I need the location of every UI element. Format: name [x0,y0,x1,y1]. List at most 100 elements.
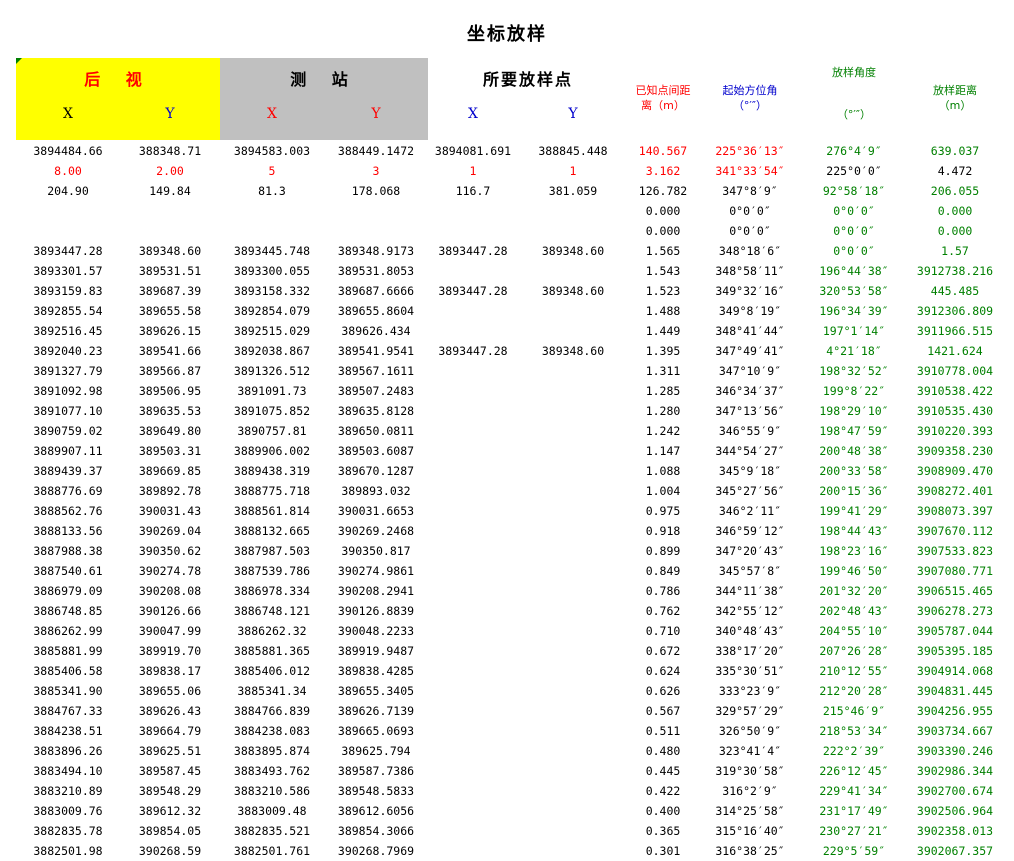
known-distance-cell[interactable]: 1.488 [628,301,698,321]
known-distance-cell[interactable]: 0.567 [628,701,698,721]
known-distance-cell[interactable]: 0.849 [628,561,698,581]
known-distance-cell[interactable]: 0.000 [628,201,698,221]
stakeout-x-cell[interactable] [428,361,518,381]
stakeout-distance-cell[interactable]: 3912306.809 [906,301,1004,321]
stakeout-x-cell[interactable] [428,221,518,241]
stakeout-y-cell[interactable] [518,381,628,401]
stakeout-distance-cell[interactable]: 3907533.823 [906,541,1004,561]
stakeout-angle-cell[interactable]: 212°20′28″ [802,681,906,701]
stakeout-y-cell[interactable] [518,601,628,621]
backsight-x-cell[interactable]: 3885341.90 [16,681,120,701]
station-x-cell[interactable]: 3894583.003 [220,141,324,161]
backsight-y-cell[interactable]: 389669.85 [120,461,220,481]
stakeout-x-cell[interactable] [428,821,518,841]
stakeout-y-cell[interactable] [518,421,628,441]
start-azimuth-cell[interactable]: 346°34′37″ [698,381,802,401]
stakeout-angle-cell[interactable]: 200°33′58″ [802,461,906,481]
station-y-cell[interactable]: 390031.6653 [324,501,428,521]
station-y-cell[interactable]: 390268.7969 [324,841,428,861]
stakeout-angle-cell[interactable]: 207°26′28″ [802,641,906,661]
stakeout-y-cell[interactable] [518,761,628,781]
stakeout-distance-cell[interactable]: 3910535.430 [906,401,1004,421]
start-azimuth-cell[interactable]: 348°58′11″ [698,261,802,281]
stakeout-distance-cell[interactable]: 3903734.667 [906,721,1004,741]
stakeout-angle-cell[interactable]: 320°53′58″ [802,281,906,301]
stakeout-distance-cell[interactable]: 3910538.422 [906,381,1004,401]
start-azimuth-cell[interactable]: 314°25′58″ [698,801,802,821]
station-y-cell[interactable]: 389503.6087 [324,441,428,461]
start-azimuth-cell[interactable]: 347°49′41″ [698,341,802,361]
start-azimuth-cell[interactable]: 347°13′56″ [698,401,802,421]
start-azimuth-cell[interactable]: 316°38′25″ [698,841,802,861]
known-distance-cell[interactable]: 0.710 [628,621,698,641]
stakeout-distance-cell[interactable]: 3906278.273 [906,601,1004,621]
known-distance-cell[interactable]: 0.422 [628,781,698,801]
backsight-y-cell[interactable]: 390208.08 [120,581,220,601]
station-x-cell[interactable]: 3887987.503 [220,541,324,561]
station-x-cell[interactable]: 3889438.319 [220,461,324,481]
backsight-y-cell[interactable]: 389892.78 [120,481,220,501]
backsight-x-cell[interactable]: 3892855.54 [16,301,120,321]
stakeout-y-cell[interactable] [518,441,628,461]
stakeout-x-cell[interactable] [428,661,518,681]
stakeout-y-cell[interactable] [518,561,628,581]
stakeout-y-cell[interactable] [518,201,628,221]
backsight-y-cell[interactable]: 390126.66 [120,601,220,621]
station-x-cell[interactable]: 3889906.002 [220,441,324,461]
stakeout-distance-cell[interactable]: 0.000 [906,201,1004,221]
backsight-y-cell[interactable]: 389655.58 [120,301,220,321]
stakeout-distance-cell[interactable]: 3909358.230 [906,441,1004,461]
stakeout-x-cell[interactable] [428,541,518,561]
backsight-y-cell[interactable] [120,201,220,221]
backsight-y-cell[interactable]: 390274.78 [120,561,220,581]
station-y-cell[interactable]: 3 [324,161,428,181]
stakeout-angle-cell[interactable]: 4°21′18″ [802,341,906,361]
backsight-x-cell[interactable]: 3892516.45 [16,321,120,341]
known-distance-cell[interactable]: 0.445 [628,761,698,781]
station-x-cell[interactable]: 3892515.029 [220,321,324,341]
backsight-x-cell[interactable]: 3888133.56 [16,521,120,541]
backsight-x-cell[interactable]: 204.90 [16,181,120,201]
stakeout-angle-cell[interactable]: 210°12′55″ [802,661,906,681]
backsight-y-cell[interactable]: 390268.59 [120,841,220,861]
stakeout-x-cell[interactable] [428,781,518,801]
stakeout-angle-cell[interactable]: 230°27′21″ [802,821,906,841]
known-distance-cell[interactable]: 1.147 [628,441,698,461]
backsight-x-cell[interactable]: 3889907.11 [16,441,120,461]
stakeout-x-cell[interactable] [428,621,518,641]
backsight-x-cell[interactable]: 3885881.99 [16,641,120,661]
stakeout-distance-cell[interactable]: 1421.624 [906,341,1004,361]
known-distance-cell[interactable]: 0.975 [628,501,698,521]
station-y-cell[interactable]: 389626.7139 [324,701,428,721]
stakeout-y-cell[interactable] [518,261,628,281]
stakeout-x-cell[interactable] [428,381,518,401]
start-azimuth-cell[interactable]: 349°32′16″ [698,281,802,301]
stakeout-x-cell[interactable]: 3894081.691 [428,141,518,161]
stakeout-y-cell[interactable] [518,721,628,741]
start-azimuth-cell[interactable]: 0°0′0″ [698,221,802,241]
station-y-cell[interactable]: 389625.794 [324,741,428,761]
start-azimuth-cell[interactable]: 347°8′9″ [698,181,802,201]
start-azimuth-cell[interactable]: 345°57′8″ [698,561,802,581]
station-y-cell[interactable]: 390274.9861 [324,561,428,581]
known-distance-cell[interactable]: 1.523 [628,281,698,301]
station-x-cell[interactable] [220,221,324,241]
station-x-cell[interactable]: 3884238.083 [220,721,324,741]
known-distance-cell[interactable]: 1.004 [628,481,698,501]
stakeout-distance-cell[interactable]: 445.485 [906,281,1004,301]
backsight-y-cell[interactable] [120,221,220,241]
backsight-y-cell[interactable]: 389612.32 [120,801,220,821]
known-distance-cell[interactable]: 1.285 [628,381,698,401]
stakeout-x-cell[interactable] [428,841,518,861]
stakeout-distance-cell[interactable]: 3908909.470 [906,461,1004,481]
backsight-x-cell[interactable]: 3882835.78 [16,821,120,841]
stakeout-distance-cell[interactable]: 3902700.674 [906,781,1004,801]
station-y-cell[interactable]: 389567.1611 [324,361,428,381]
known-distance-cell[interactable]: 0.400 [628,801,698,821]
known-distance-cell[interactable]: 0.899 [628,541,698,561]
stakeout-distance-cell[interactable]: 3904256.955 [906,701,1004,721]
stakeout-y-cell[interactable] [518,301,628,321]
backsight-y-cell[interactable]: 389587.45 [120,761,220,781]
stakeout-x-cell[interactable] [428,261,518,281]
station-x-cell[interactable]: 3886262.32 [220,621,324,641]
